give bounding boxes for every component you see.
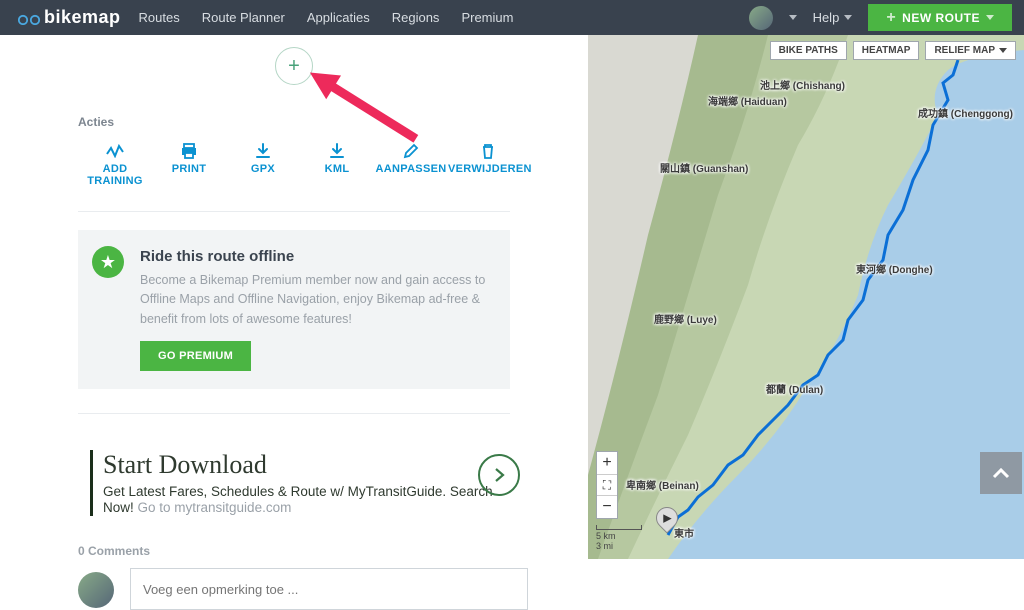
nav-routes[interactable]: Routes — [139, 10, 180, 25]
activity-icon — [78, 141, 152, 161]
user-nav: Help + NEW ROUTE — [749, 4, 1024, 31]
map-label: 成功鎮 (Chenggong) — [918, 105, 1013, 120]
map-label: 池上鄉 (Chishang) — [760, 77, 845, 92]
heatmap-toggle[interactable]: HEATMAP — [853, 41, 920, 60]
ad-site: Go to mytransitguide.com — [138, 500, 292, 515]
download-icon — [300, 141, 374, 161]
print-button[interactable]: PRINT — [152, 141, 226, 187]
top-nav-bar: bikemap Routes Route Planner Applicaties… — [0, 0, 1024, 35]
divider — [78, 211, 510, 212]
delete-button[interactable]: VERWIJDEREN — [448, 141, 528, 187]
chevron-down-icon — [844, 15, 852, 20]
actions-heading: Acties — [78, 115, 588, 129]
zoom-out-button[interactable]: − — [597, 496, 617, 518]
add-training-button[interactable]: ADD TRAINING — [78, 141, 152, 187]
left-pane: + Acties ADD TRAINING PRINT GPX — [0, 35, 588, 559]
primary-nav: Routes Route Planner Applicaties Regions… — [139, 10, 514, 25]
go-premium-button[interactable]: GO PREMIUM — [140, 341, 251, 371]
chevron-down-icon — [999, 48, 1007, 53]
comments-heading: 0 Comments — [78, 544, 588, 558]
gpx-button[interactable]: GPX — [226, 141, 300, 187]
map-label: 關山鎮 (Guanshan) — [660, 160, 748, 175]
nav-premium[interactable]: Premium — [461, 10, 513, 25]
scale-mi: 3 mi — [596, 541, 642, 551]
map-label: 卑南鄉 (Beinan) — [626, 477, 699, 492]
user-menu-caret-icon[interactable] — [789, 15, 797, 20]
new-route-button[interactable]: + NEW ROUTE — [868, 4, 1012, 31]
bike-icon — [18, 11, 40, 25]
trash-icon — [448, 141, 528, 161]
action-row: ADD TRAINING PRINT GPX KML — [78, 141, 528, 187]
gpx-label: GPX — [251, 163, 275, 175]
relief-map-select[interactable]: RELIEF MAP — [925, 41, 1016, 60]
edit-label: AANPASSEN — [376, 163, 447, 175]
promo-title: Ride this route offline — [140, 248, 492, 265]
map-layers: BIKE PATHS HEATMAP RELIEF MAP — [770, 41, 1016, 60]
comment-form — [78, 568, 588, 610]
help-menu[interactable]: Help — [813, 10, 853, 25]
premium-promo: ★ Ride this route offline Become a Bikem… — [78, 230, 510, 389]
kml-label: KML — [325, 163, 350, 175]
map-label: 都蘭 (Dulan) — [766, 381, 823, 396]
map-canvas[interactable]: BIKE PATHS HEATMAP RELIEF MAP 池上鄉 (Chish… — [588, 35, 1024, 559]
add-training-label: ADD TRAINING — [87, 163, 143, 187]
ad-go-button[interactable] — [478, 454, 520, 496]
relief-label: RELIEF MAP — [934, 45, 995, 56]
promo-body: Become a Bikemap Premium member now and … — [140, 271, 492, 329]
chevron-up-icon — [992, 467, 1010, 479]
download-icon — [226, 141, 300, 161]
map-label: 鹿野鄉 (Luye) — [654, 311, 717, 326]
divider — [78, 413, 510, 414]
chevron-right-icon — [492, 466, 506, 484]
map-label: 東河鄉 (Donghe) — [856, 261, 933, 276]
zoom-in-button[interactable]: + — [597, 452, 617, 474]
bike-paths-toggle[interactable]: BIKE PATHS — [770, 41, 847, 60]
user-avatar[interactable] — [749, 6, 773, 30]
print-icon — [152, 141, 226, 161]
zoom-control: + ⛶ − — [596, 451, 618, 519]
brand-text: bikemap — [44, 7, 121, 28]
brand-logo[interactable]: bikemap — [0, 7, 139, 28]
map-label: 東市 — [674, 525, 694, 540]
print-label: PRINT — [172, 163, 207, 175]
scale-km: 5 km — [596, 531, 642, 541]
comment-input[interactable] — [130, 568, 528, 610]
new-route-label: NEW ROUTE — [902, 11, 980, 25]
main-content: + Acties ADD TRAINING PRINT GPX — [0, 35, 1024, 559]
nav-regions[interactable]: Regions — [392, 10, 440, 25]
star-badge-icon: ★ — [92, 246, 124, 278]
commenter-avatar — [78, 572, 114, 608]
scroll-to-top-button[interactable] — [980, 452, 1022, 494]
ad-block[interactable]: Start Download Get Latest Fares, Schedul… — [90, 450, 510, 516]
delete-label: VERWIJDEREN — [448, 163, 532, 175]
nav-applications[interactable]: Applicaties — [307, 10, 370, 25]
ad-title: Start Download — [103, 450, 510, 480]
ad-body: Get Latest Fares, Schedules & Route w/ M… — [103, 484, 510, 516]
fullscreen-button[interactable]: ⛶ — [597, 474, 617, 496]
chevron-down-icon — [986, 15, 994, 20]
kml-button[interactable]: KML — [300, 141, 374, 187]
map-scale: 5 km 3 mi — [596, 525, 642, 551]
map-label: 海端鄉 (Haiduan) — [708, 93, 787, 108]
help-label: Help — [813, 10, 840, 25]
nav-route-planner[interactable]: Route Planner — [202, 10, 285, 25]
